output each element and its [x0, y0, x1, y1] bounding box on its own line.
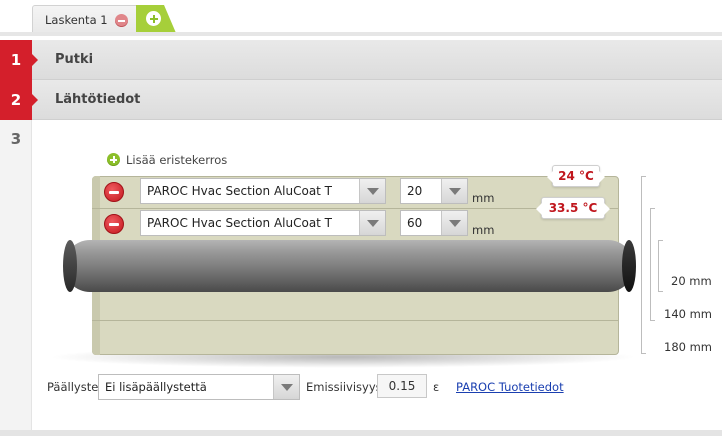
chevron-down-icon[interactable]	[441, 179, 467, 203]
remove-layer-icon[interactable]	[104, 182, 124, 202]
section-3-sidebar	[0, 120, 32, 432]
plus-icon	[107, 153, 120, 166]
dimension-tick	[658, 291, 663, 292]
dimension-tick	[641, 176, 646, 177]
epsilon-symbol: ε	[433, 380, 440, 394]
select-value: PAROC Hvac Section AluCoat T	[147, 184, 333, 198]
tab-bar: Laskenta 1	[0, 0, 722, 36]
footer-divider	[0, 430, 722, 436]
dimension-tick	[641, 353, 646, 354]
tab-laskenta-1[interactable]: Laskenta 1	[32, 5, 150, 33]
coating-label: Päällyste	[47, 380, 99, 394]
select-value: 60	[407, 216, 423, 230]
add-layer-label: Lisää eristekerros	[126, 153, 228, 167]
emissivity-field[interactable]: 0.15	[377, 374, 427, 398]
dimension-line	[658, 240, 659, 292]
section-number: 3	[10, 130, 22, 148]
emissivity-label: Emissiivisyys	[306, 380, 382, 394]
layer-thickness-select[interactable]: 60	[400, 210, 468, 236]
coating-select[interactable]: Ei lisäpäällystettä	[98, 374, 300, 400]
select-value: Ei lisäpäällystettä	[105, 380, 207, 394]
dimension-label: 180 mm	[664, 340, 713, 354]
section-number: 1	[0, 40, 38, 80]
dimension-line	[641, 176, 642, 354]
chevron-down-icon[interactable]	[359, 179, 385, 203]
close-tab-icon[interactable]	[115, 14, 128, 27]
pipe-drawing	[64, 240, 634, 292]
layer-thickness-select[interactable]: 20	[400, 178, 468, 204]
section-putki[interactable]: 1 Putki	[0, 40, 722, 80]
product-info-link[interactable]: PAROC Tuotetiedot	[456, 380, 564, 394]
layer-material-select[interactable]: PAROC Hvac Section AluCoat T	[140, 210, 386, 236]
insulation-layer-line	[92, 320, 619, 321]
dimension-tick	[658, 240, 663, 241]
dimension-line	[650, 208, 651, 320]
section-title: Lähtötiedot	[55, 92, 141, 107]
dimension-label: 20 mm	[671, 274, 712, 288]
add-tab-button[interactable]	[136, 5, 176, 33]
section-title: Putki	[55, 52, 94, 67]
remove-layer-icon[interactable]	[104, 214, 124, 234]
section-lahtotiedot[interactable]: 2 Lähtötiedot	[0, 80, 722, 120]
chevron-down-icon[interactable]	[441, 211, 467, 235]
dimension-tick	[650, 208, 655, 209]
thickness-unit: mm	[472, 191, 495, 205]
pipe-end	[63, 240, 77, 292]
outer-temperature-badge: 24 °C	[547, 165, 605, 187]
tab-bar-divider	[0, 32, 722, 36]
tab-label: Laskenta 1	[45, 13, 108, 27]
chevron-down-icon[interactable]	[359, 211, 385, 235]
section-number: 2	[0, 80, 38, 120]
plus-icon	[146, 11, 161, 26]
select-value: PAROC Hvac Section AluCoat T	[147, 216, 333, 230]
inner-temperature-badge: 33.5 °C	[536, 197, 610, 219]
layer-material-select[interactable]: PAROC Hvac Section AluCoat T	[140, 178, 386, 204]
dimension-tick	[650, 320, 655, 321]
pipe-end	[622, 240, 636, 292]
select-value: 20	[407, 184, 423, 198]
dimension-label: 140 mm	[664, 307, 713, 321]
chevron-down-icon[interactable]	[273, 375, 299, 399]
thickness-unit: mm	[472, 223, 495, 237]
